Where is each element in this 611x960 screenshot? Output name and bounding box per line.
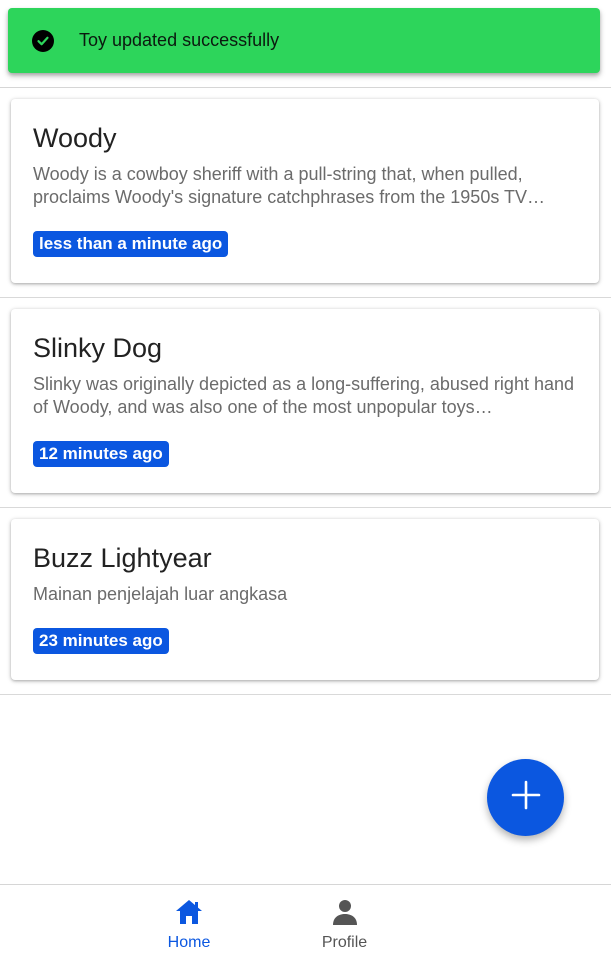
nav-item-profile[interactable]: Profile [228,885,461,960]
time-badge: 12 minutes ago [33,441,169,467]
list-item: Woody Woody is a cowboy sheriff with a p… [0,88,611,298]
nav-label-profile: Profile [321,934,368,951]
toast-success: Toy updated successfully [8,8,600,73]
app-root: Toy updated successfully Woody Woody is … [0,0,611,960]
toy-list: Woody Woody is a cowboy sheriff with a p… [0,88,611,695]
toy-description: Slinky was originally depicted as a long… [33,374,574,417]
home-icon [174,898,204,931]
toy-card-buzz-lightyear[interactable]: Buzz Lightyear Mainan penjelajah luar an… [11,519,599,680]
bottom-navigation: Home Profile [0,884,611,960]
check-circle-icon [32,29,54,52]
toy-description: Woody is a cowboy sheriff with a pull-st… [33,164,546,207]
plus-icon [510,779,542,816]
toy-title: Woody [33,123,117,153]
add-toy-button[interactable] [487,759,564,836]
toy-card-woody[interactable]: Woody Woody is a cowboy sheriff with a p… [11,99,599,283]
nav-label-home: Home [167,934,211,951]
list-item: Slinky Dog Slinky was originally depicte… [0,298,611,508]
toy-description: Mainan penjelajah luar angkasa [33,584,288,604]
time-badge: 23 minutes ago [33,628,169,654]
toy-card-slinky-dog[interactable]: Slinky Dog Slinky was originally depicte… [11,309,599,493]
person-icon [331,898,359,931]
time-badge: less than a minute ago [33,231,229,257]
toast-message: Toy updated successfully [79,30,280,50]
toy-title: Buzz Lightyear [33,543,212,573]
toy-title: Slinky Dog [33,333,163,363]
list-item: Buzz Lightyear Mainan penjelajah luar an… [0,508,611,695]
